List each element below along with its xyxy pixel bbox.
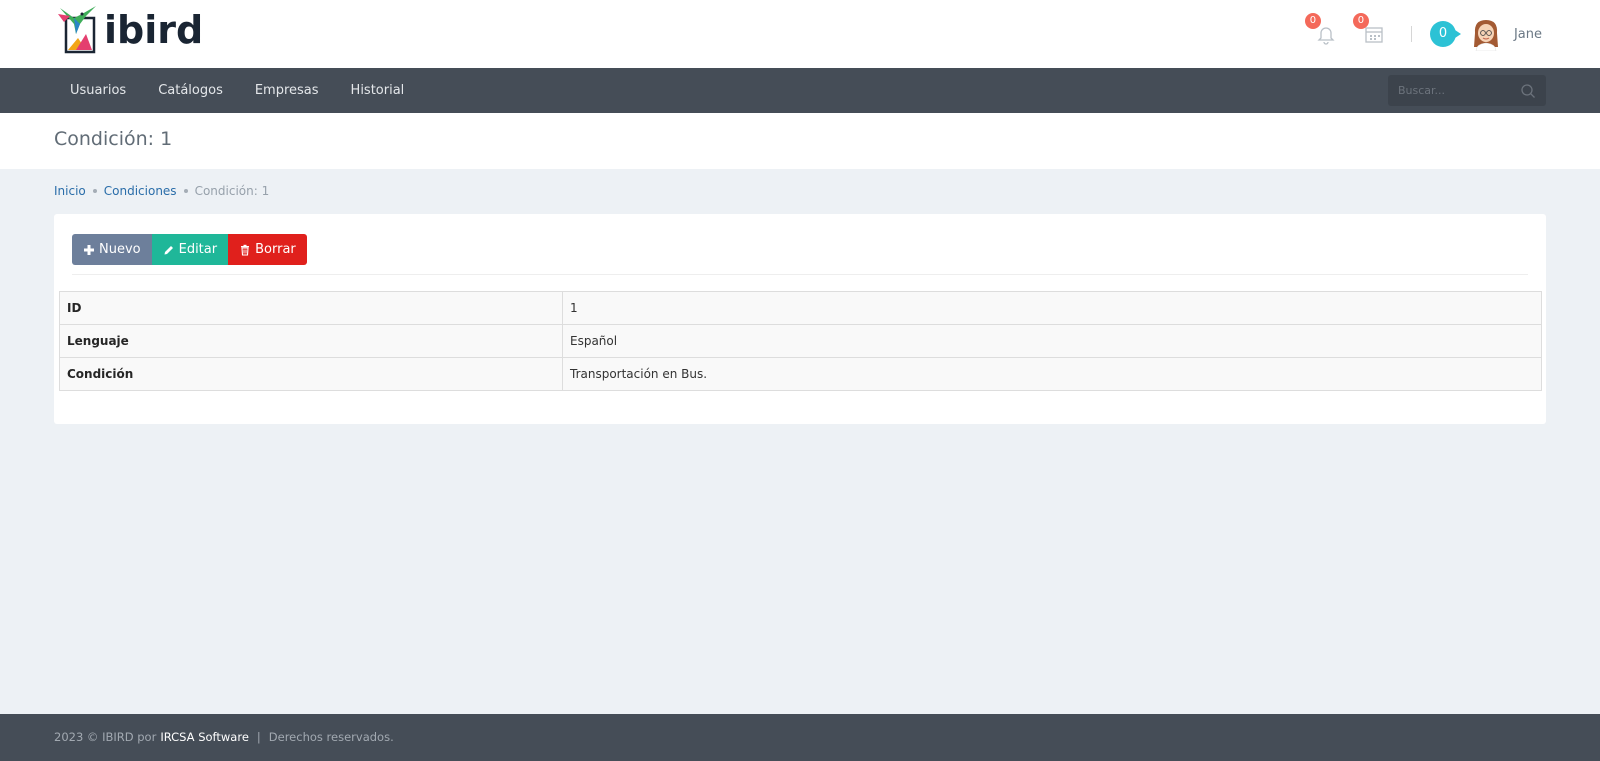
footer-separator: | — [256, 730, 261, 744]
delete-button-label: Borrar — [255, 242, 296, 257]
field-value-condicion: Transportación en Bus. — [562, 357, 1542, 391]
breadcrumb-separator — [92, 189, 97, 193]
username[interactable]: Jane — [1514, 27, 1542, 42]
field-value-id: 1 — [562, 291, 1542, 325]
avatar[interactable] — [1470, 17, 1502, 51]
notifications-button[interactable]: 0 — [1304, 13, 1337, 45]
footer-company-link[interactable]: IRCSA Software — [160, 730, 249, 744]
brand-logo[interactable]: ibird — [56, 4, 203, 54]
nav-item-empresas[interactable]: Empresas — [239, 68, 335, 113]
table-row: Lenguaje Español — [59, 324, 1542, 358]
field-label-id: ID — [59, 291, 563, 325]
header-actions: 0 0 0 Jane — [1289, 13, 1542, 51]
new-button-label: Nuevo — [99, 242, 141, 257]
edit-button-label: Editar — [178, 242, 218, 257]
hummingbird-logo-icon — [58, 6, 96, 54]
breadcrumb-current: Condición: 1 — [194, 184, 270, 198]
footer-text: 2023 © IBIRD por IRCSA Software | Derech… — [54, 730, 394, 744]
logo-text: ibird — [104, 8, 204, 52]
notifications-badge: 0 — [1304, 13, 1321, 29]
plus-icon — [84, 244, 94, 255]
breadcrumb-condiciones[interactable]: Condiciones — [104, 184, 177, 198]
main-navbar: Usuarios Catálogos Empresas Historial — [0, 68, 1600, 113]
detail-card: Nuevo Editar Borrar ID 1 Lenguaje Españo… — [54, 214, 1546, 424]
search-icon[interactable] — [1520, 83, 1536, 99]
calendar-badge: 0 — [1352, 13, 1369, 29]
nav-menu: Usuarios Catálogos Empresas Historial — [54, 68, 420, 113]
detail-table: ID 1 Lenguaje Español Condición Transpor… — [59, 291, 1542, 391]
action-buttons: Nuevo Editar Borrar — [72, 234, 307, 265]
footer: 2023 © IBIRD por IRCSA Software | Derech… — [0, 714, 1600, 761]
page-title: Condición: 1 — [54, 128, 173, 150]
header-divider — [1410, 26, 1412, 42]
footer-copyright: 2023 © IBIRD por — [54, 730, 157, 744]
breadcrumb-separator — [183, 189, 188, 193]
breadcrumb-inicio[interactable]: Inicio — [54, 184, 86, 198]
delete-button[interactable]: Borrar — [228, 234, 307, 265]
new-button[interactable]: Nuevo — [72, 234, 152, 265]
field-value-lenguaje: Español — [562, 324, 1542, 358]
top-header: ibird 0 0 0 Jane — [0, 0, 1600, 68]
calendar-button[interactable]: 0 — [1352, 13, 1385, 45]
field-label-condicion: Condición — [59, 357, 563, 391]
table-row: ID 1 — [59, 291, 1542, 325]
breadcrumb: Inicio Condiciones Condición: 1 — [54, 184, 269, 198]
search-input[interactable] — [1388, 75, 1508, 106]
edit-button[interactable]: Editar — [151, 234, 229, 265]
messages-badge[interactable]: 0 — [1429, 21, 1461, 47]
card-divider — [72, 274, 1528, 275]
trash-icon — [241, 244, 250, 256]
search-box — [1388, 75, 1546, 106]
nav-item-historial[interactable]: Historial — [335, 68, 421, 113]
nav-item-catalogos[interactable]: Catálogos — [142, 68, 239, 113]
nav-item-usuarios[interactable]: Usuarios — [54, 68, 142, 113]
pencil-icon — [164, 245, 173, 254]
field-label-lenguaje: Lenguaje — [59, 324, 563, 358]
table-row: Condición Transportación en Bus. — [59, 357, 1542, 391]
footer-rights: Derechos reservados. — [268, 730, 394, 744]
page-title-bar: Condición: 1 — [0, 113, 1600, 169]
